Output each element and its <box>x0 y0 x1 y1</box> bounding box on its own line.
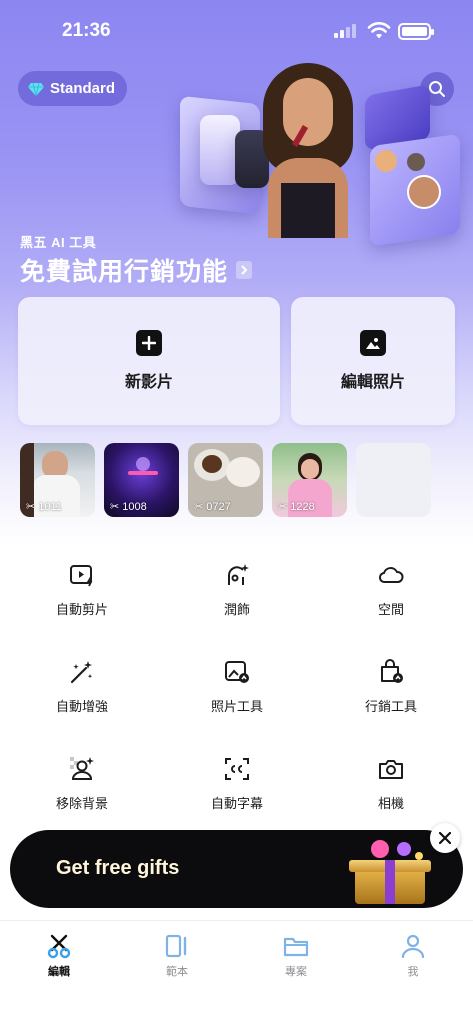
project-duration: 0727 <box>206 500 231 513</box>
folder-icon <box>283 937 309 957</box>
tool-auto-captions[interactable]: 自動字幕 <box>172 755 302 825</box>
recent-projects: ✂ 1011 ✂ 1008 ✂ 0727 ✂ 1228 <box>20 443 440 517</box>
new-video-button[interactable]: 新影片 <box>18 297 280 425</box>
tab-label: 專案 <box>285 966 307 978</box>
chevron-right-icon <box>236 261 253 279</box>
hero-title: 免費試用行銷功能 <box>20 258 229 286</box>
hero-subtitle: 黑五 AI 工具 <box>20 235 97 250</box>
project-duration: 1228 <box>290 500 315 513</box>
tool-photo-tools[interactable]: 照片工具 <box>172 658 302 728</box>
edit-photo-label: 編輯照片 <box>340 374 405 391</box>
promo-text: Get free gifts <box>56 857 180 879</box>
hero-illustration <box>175 55 465 247</box>
cellular-signal-icon <box>334 24 356 38</box>
project-thumbnail[interactable]: ✂ 0727 <box>188 443 263 517</box>
project-thumbnail-placeholder <box>356 443 431 517</box>
tab-templates[interactable]: 範本 <box>137 933 217 979</box>
scissors-icon: ✂ <box>278 501 288 513</box>
retouch-icon <box>228 564 249 585</box>
tab-projects[interactable]: 專案 <box>256 933 336 979</box>
project-duration: 1008 <box>122 500 147 513</box>
image-icon <box>360 330 386 356</box>
wifi-icon <box>367 22 391 39</box>
plus-icon <box>136 330 162 356</box>
promo-banner[interactable]: Get free gifts <box>10 830 463 908</box>
tab-label: 範本 <box>166 966 188 978</box>
tool-label: 移除背景 <box>55 796 108 811</box>
tool-camera[interactable]: 相機 <box>326 755 456 825</box>
tool-label: 行銷工具 <box>364 699 417 714</box>
scissors-icon: ✂ <box>194 501 204 513</box>
tab-label: 我 <box>407 966 419 978</box>
auto-cut-icon <box>70 565 93 587</box>
marketing-bag-icon <box>381 659 403 683</box>
edit-photo-button[interactable]: 編輯照片 <box>291 297 455 425</box>
new-video-label: 新影片 <box>124 374 173 391</box>
scissors-icon <box>47 934 71 959</box>
scissors-icon: ✂ <box>110 501 120 513</box>
remove-background-icon <box>70 757 94 780</box>
plan-label: Standard <box>50 80 116 97</box>
tab-label: 編輯 <box>48 966 70 978</box>
tool-marketing-tools[interactable]: 行銷工具 <box>326 658 456 728</box>
camera-icon <box>379 760 403 779</box>
cloud-icon <box>378 567 404 583</box>
status-time: 21:36 <box>62 20 111 41</box>
photo-tools-icon <box>225 661 249 683</box>
captions-icon <box>225 758 249 780</box>
tab-profile[interactable]: 我 <box>373 933 453 979</box>
magic-wand-icon <box>70 661 93 684</box>
tool-storage[interactable]: 空間 <box>326 561 456 631</box>
project-duration: 1011 <box>38 500 62 513</box>
diamond-icon <box>28 82 44 96</box>
tool-label: 自動增強 <box>55 699 108 714</box>
hero-title-link[interactable]: 免費試用行銷功能 <box>20 252 253 288</box>
scissors-icon: ✂ <box>26 501 36 513</box>
tool-label: 自動剪片 <box>55 602 108 617</box>
tool-label: 潤飾 <box>223 602 250 617</box>
tool-label: 照片工具 <box>210 699 263 714</box>
plan-badge[interactable]: Standard <box>18 71 128 106</box>
promo-close-button[interactable] <box>430 823 460 853</box>
tab-edit[interactable]: 編輯 <box>19 933 99 979</box>
tool-label: 相機 <box>377 796 404 811</box>
battery-icon <box>398 23 434 40</box>
gift-box-icon <box>345 838 435 908</box>
tool-auto-cut[interactable]: 自動剪片 <box>17 561 147 631</box>
close-icon <box>439 832 451 844</box>
tool-retouch[interactable]: 潤飾 <box>172 561 302 631</box>
tool-remove-background[interactable]: 移除背景 <box>17 755 147 825</box>
tool-auto-enhance[interactable]: 自動增強 <box>17 658 147 728</box>
project-thumbnail[interactable]: ✂ 1011 <box>20 443 95 517</box>
tool-label: 自動字幕 <box>210 796 263 811</box>
template-icon <box>165 934 187 958</box>
project-thumbnail[interactable]: ✂ 1228 <box>272 443 347 517</box>
profile-icon <box>401 934 425 959</box>
tool-label: 空間 <box>377 602 404 617</box>
project-thumbnail[interactable]: ✂ 1008 <box>104 443 179 517</box>
tab-bar: 編輯 範本 專案 我 <box>0 920 473 1024</box>
